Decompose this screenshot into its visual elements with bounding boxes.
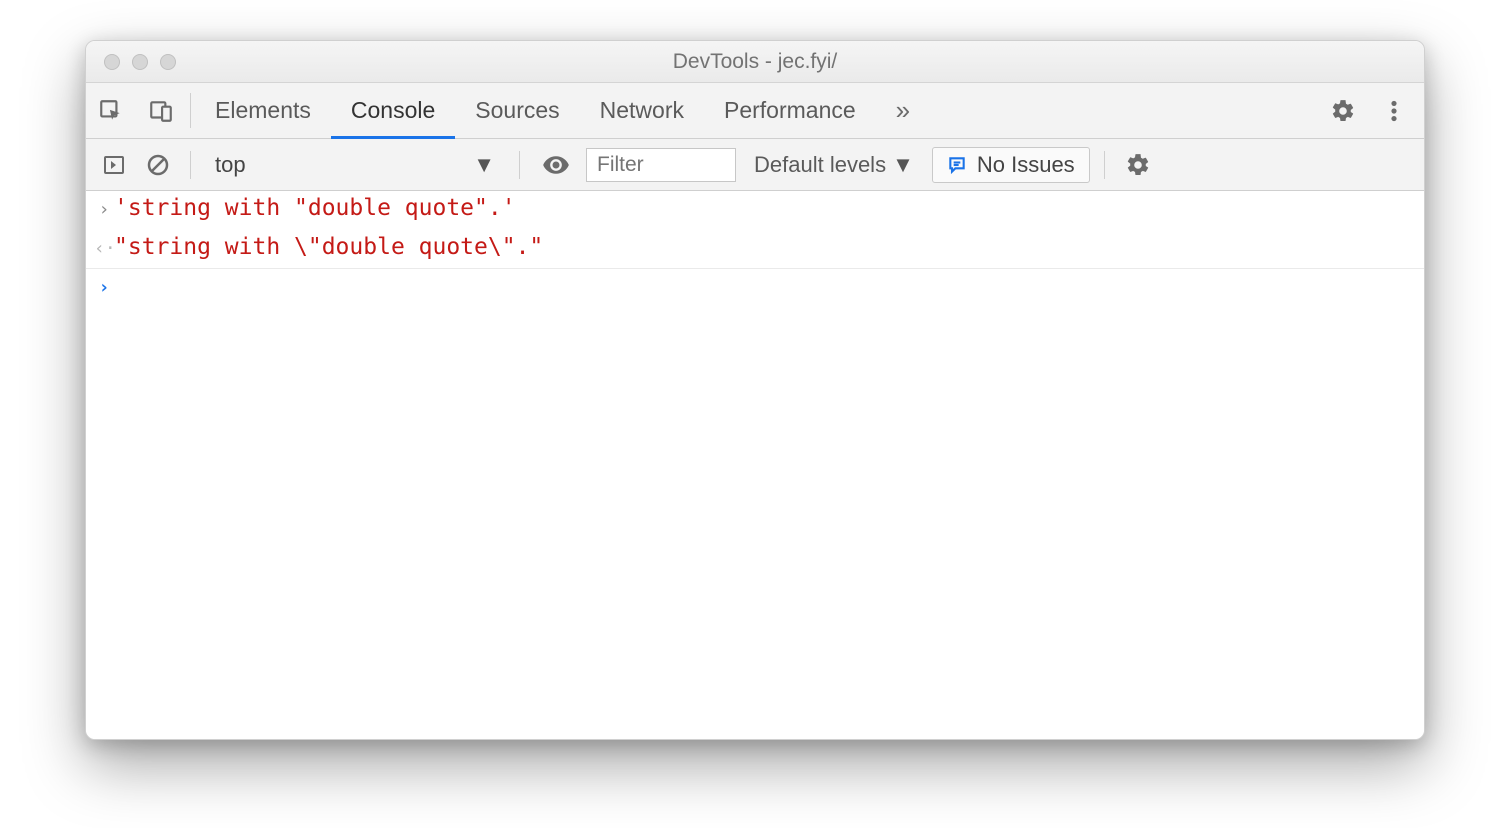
levels-label: Default levels [754, 152, 886, 178]
tab-label: Performance [724, 97, 856, 124]
tab-label: Network [600, 97, 684, 124]
output-caret-icon: ‹· [94, 234, 114, 264]
tab-network[interactable]: Network [580, 83, 704, 138]
live-expression-icon[interactable] [534, 151, 578, 179]
chevron-double-right-icon: » [896, 95, 910, 126]
console-prompt-input[interactable] [114, 273, 1412, 299]
separator [190, 93, 191, 128]
tab-overflow[interactable]: » [876, 83, 930, 138]
main-toolbar: Elements Console Sources Network Perform… [86, 83, 1424, 139]
more-menu-icon[interactable] [1378, 98, 1410, 124]
input-caret-icon: › [94, 195, 114, 225]
inspect-element-icon[interactable] [86, 83, 136, 138]
titlebar: DevTools - jec.fyi/ [86, 41, 1424, 83]
filter-input[interactable] [586, 148, 736, 182]
settings-icon[interactable] [1318, 98, 1368, 124]
maximize-window-button[interactable] [160, 54, 176, 70]
log-levels-selector[interactable]: Default levels ▼ [744, 152, 924, 178]
console-settings-icon[interactable] [1119, 152, 1157, 178]
context-selector[interactable]: top ▼ [205, 152, 505, 178]
console-input-text: 'string with "double quote".' [114, 195, 516, 221]
device-toggle-icon[interactable] [136, 83, 186, 138]
window-title: DevTools - jec.fyi/ [86, 50, 1424, 74]
panel-tabs: Elements Console Sources Network Perform… [195, 83, 930, 138]
console-toolbar: top ▼ Default levels ▼ No Issues [86, 139, 1424, 191]
issues-label: No Issues [977, 152, 1075, 178]
tab-sources[interactable]: Sources [455, 83, 579, 138]
speech-bubble-icon [947, 155, 967, 175]
tab-performance[interactable]: Performance [704, 83, 876, 138]
tab-label: Sources [475, 97, 559, 124]
console-output[interactable]: › 'string with "double quote".' ‹· "stri… [86, 191, 1424, 739]
dropdown-triangle-icon: ▼ [473, 152, 495, 178]
tab-label: Console [351, 97, 435, 124]
console-prompt-row[interactable]: › [86, 269, 1424, 308]
separator [1104, 151, 1105, 179]
close-window-button[interactable] [104, 54, 120, 70]
prompt-caret-icon: › [94, 273, 114, 303]
tab-label: Elements [215, 97, 311, 124]
console-output-text: "string with \"double quote\"." [114, 234, 543, 260]
minimize-window-button[interactable] [132, 54, 148, 70]
console-input-row: › 'string with "double quote".' [86, 191, 1424, 230]
clear-console-icon[interactable] [140, 153, 176, 177]
separator [190, 151, 191, 179]
dropdown-triangle-icon: ▼ [892, 152, 914, 178]
devtools-window: DevTools - jec.fyi/ Elements Console Sou… [85, 40, 1425, 740]
tab-console[interactable]: Console [331, 83, 455, 138]
tab-elements[interactable]: Elements [195, 83, 331, 138]
separator [519, 151, 520, 179]
console-output-row: ‹· "string with \"double quote\"." [86, 230, 1424, 269]
traffic-lights [86, 54, 176, 70]
context-label: top [215, 152, 246, 178]
issues-button[interactable]: No Issues [932, 147, 1090, 183]
sidebar-toggle-icon[interactable] [96, 153, 132, 177]
